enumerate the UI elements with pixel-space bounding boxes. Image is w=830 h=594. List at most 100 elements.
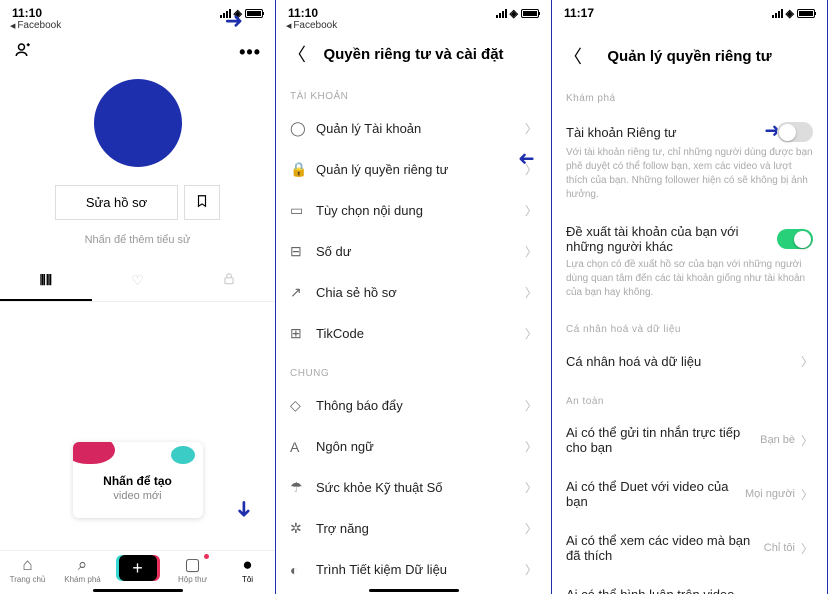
status-indicators: ◈ <box>496 7 539 20</box>
row-privacy[interactable]: 🔒Quản lý quyền riêng tư➜〉 <box>276 149 551 190</box>
notification-dot <box>204 554 209 559</box>
home-indicator <box>369 589 459 592</box>
wifi-icon: ◈ <box>786 7 794 20</box>
annotation-arrow: ➜ <box>225 8 243 34</box>
chevron-right-icon: 〉 <box>525 325 537 342</box>
status-bar: 11:17 ◈ <box>552 0 827 20</box>
row-tikcode[interactable]: ⊞TikCode〉 <box>276 313 551 354</box>
battery-icon <box>521 9 539 18</box>
add-user-icon[interactable] <box>14 41 32 63</box>
row-balance[interactable]: ⊟Số dư〉 <box>276 231 551 272</box>
row-digital-wellbeing[interactable]: ☂Sức khỏe Kỹ thuật Số〉 <box>276 467 551 508</box>
chevron-right-icon: 〉 <box>801 432 813 449</box>
screen-privacy: 11:17 ◈ 〈 Quản lý quyền riêng tư Khám ph… <box>552 0 828 594</box>
wallet-icon: ⊟ <box>290 243 316 260</box>
row-safety-liked[interactable]: Ai có thể xem các video mà bạn đã thíchC… <box>552 521 827 575</box>
accessibility-icon: ✲ <box>290 520 316 537</box>
screen-profile: 11:10 ◈ Facebook ➜ ••• Sửa hồ sơ Nhấn để… <box>0 0 276 594</box>
decorative-blob <box>171 446 195 464</box>
nav-me[interactable]: ●Tôi <box>220 555 275 584</box>
suggest-account-toggle[interactable] <box>777 229 813 249</box>
search-icon: ⌕ <box>55 555 110 575</box>
row-safety-dm[interactable]: Ai có thể gửi tin nhắn trực tiếp cho bạn… <box>552 413 827 467</box>
section-label-personalization: Cá nhân hoá và dữ liệu <box>552 310 827 341</box>
edit-row: Sửa hồ sơ <box>0 185 275 220</box>
row-safety-duet[interactable]: Ai có thể Duet với video của bạnMọi ngườ… <box>552 467 827 521</box>
nav-home[interactable]: ⌂Trang chủ <box>0 555 55 584</box>
data-saver-icon: ◐ <box>290 562 316 578</box>
create-subtitle: video mới <box>73 490 203 502</box>
tab-grid[interactable]: ⦀⦀ <box>0 262 92 301</box>
row-private-account: Tài khoản Riêng tư ➜ <box>552 110 827 146</box>
facebook-back-link[interactable]: Facebook <box>276 20 551 31</box>
section-label-discover: Khám phá <box>552 79 827 110</box>
row-share-profile[interactable]: ↗Chia sẻ hồ sơ〉 <box>276 272 551 313</box>
row-accessibility[interactable]: ✲Trợ năng〉 <box>276 508 551 549</box>
chevron-right-icon: 〉 <box>525 397 537 414</box>
bio-hint[interactable]: Nhấn để thêm tiểu sử <box>0 234 275 246</box>
section-label-general: CHUNG <box>276 354 551 385</box>
chevron-right-icon: 〉 <box>525 520 537 537</box>
row-manage-account[interactable]: ◯Quản lý Tài khoản〉 <box>276 108 551 149</box>
row-content-pref[interactable]: ▭Tùy chọn nội dung〉 <box>276 190 551 231</box>
inbox-icon: ▢ <box>165 555 220 575</box>
tab-private[interactable] <box>183 262 275 301</box>
row-language[interactable]: ANgôn ngữ〉 <box>276 426 551 467</box>
chevron-right-icon: 〉 <box>525 202 537 219</box>
chevron-right-icon: 〉 <box>525 561 537 578</box>
battery-icon <box>797 9 815 18</box>
status-bar: 11:10 ◈ <box>276 0 551 20</box>
annotation-arrow: ➜ <box>518 146 535 171</box>
home-indicator <box>93 589 183 592</box>
signal-icon <box>496 9 507 18</box>
video-icon: ▭ <box>290 202 316 219</box>
page-header: 〈 Quản lý quyền riêng tư <box>552 33 827 79</box>
chevron-right-icon: 〉 <box>801 486 813 503</box>
private-account-toggle[interactable] <box>777 122 813 142</box>
nav-inbox[interactable]: ▢Hộp thư <box>165 555 220 584</box>
status-indicators: ◈ <box>772 7 815 20</box>
bottom-nav: ⌂Trang chủ ⌕Khám phá + ▢Hộp thư ●Tôi <box>0 550 275 584</box>
wifi-icon: ◈ <box>510 7 518 20</box>
chevron-right-icon: 〉 <box>525 438 537 455</box>
nav-discover[interactable]: ⌕Khám phá <box>55 555 110 584</box>
decorative-blob <box>73 442 115 464</box>
screen-settings: 11:10 ◈ Facebook 〈 Quyền riêng tư và cài… <box>276 0 552 594</box>
lock-icon: 🔒 <box>290 161 316 178</box>
bookmark-button[interactable] <box>184 185 220 220</box>
chevron-right-icon: 〉 <box>525 120 537 137</box>
plus-icon: + <box>119 555 157 581</box>
row-safety-comment[interactable]: Ai có thể bình luận trên video của bạnMọ… <box>552 575 827 594</box>
umbrella-icon: ☂ <box>290 479 316 496</box>
row-data-saver[interactable]: ◐Trình Tiết kiệm Dữ liệu〉 <box>276 549 551 590</box>
status-time: 11:10 <box>288 6 318 20</box>
nav-create[interactable]: + <box>110 555 165 584</box>
tab-liked[interactable]: ♡ <box>92 262 184 301</box>
avatar[interactable] <box>94 79 182 167</box>
section-label-safety: An toàn <box>552 382 827 413</box>
row-personalization[interactable]: Cá nhân hoá và dữ liệu〉 <box>552 341 827 382</box>
status-time: 11:17 <box>564 6 594 20</box>
private-account-desc: Với tài khoản riêng tư, chỉ những người … <box>552 146 827 212</box>
page-title: Quản lý quyền riêng tư <box>564 48 815 65</box>
profile-tabs: ⦀⦀ ♡ <box>0 262 275 302</box>
status-time: 11:10 <box>12 6 42 20</box>
chevron-right-icon: 〉 <box>525 479 537 496</box>
suggest-account-desc: Lựa chọn có đề xuất hồ sơ của bạn với nh… <box>552 258 827 310</box>
share-icon: ↗ <box>290 284 316 301</box>
row-push-notif[interactable]: ◇Thông báo đẩy〉 <box>276 385 551 426</box>
bell-icon: ◇ <box>290 397 316 414</box>
chevron-right-icon: 〉 <box>801 540 813 557</box>
profile-top-row: ➜ ••• <box>0 31 275 73</box>
page-header: 〈 Quyền riêng tư và cài đặt <box>276 31 551 77</box>
battery-icon <box>245 9 263 18</box>
chevron-right-icon: 〉 <box>525 284 537 301</box>
more-options-icon[interactable]: ••• <box>239 42 261 63</box>
create-video-card[interactable]: Nhấn để tạo video mới <box>73 442 203 518</box>
edit-profile-button[interactable]: Sửa hồ sơ <box>55 185 178 220</box>
person-icon: ● <box>220 555 275 575</box>
signal-icon <box>772 9 783 18</box>
chevron-right-icon: 〉 <box>801 353 813 370</box>
row-suggest-account: Đề xuất tài khoản của bạn với những ngườ… <box>552 212 827 258</box>
language-icon: A <box>290 439 316 455</box>
